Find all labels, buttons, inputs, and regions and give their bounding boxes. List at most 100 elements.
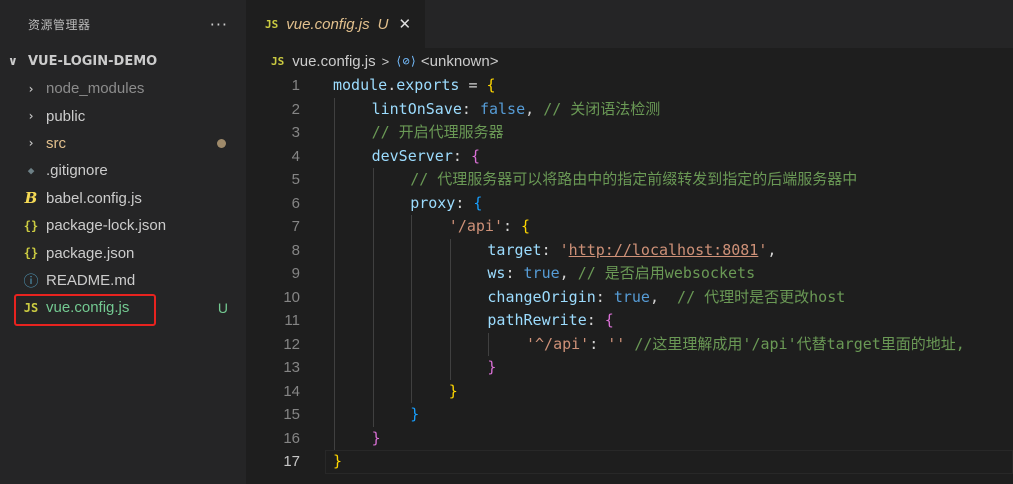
code-line: 2 lintOnSave: false, // 关闭语法检测 (247, 97, 1013, 121)
code-token: // 代理时是否更改host (677, 287, 846, 306)
indent-guide (411, 356, 413, 380)
tab-bar: JS vue.config.js U ✕ (247, 0, 1013, 48)
indent-guide (334, 168, 335, 192)
code-token: // 代理服务器可以将路由中的指定前缀转发到指定的后端服务器中 (410, 170, 858, 188)
indent-guide (449, 309, 451, 333)
code-text: // 代理服务器可以将路由中的指定前缀转发到指定的后端服务器中 (410, 168, 857, 192)
project-folder[interactable]: ∨ VUE-LOGIN-DEMO (0, 48, 246, 74)
line-number: 2 (291, 100, 300, 118)
line-number: 6 (291, 194, 300, 212)
close-icon[interactable]: ✕ (398, 15, 411, 33)
code-line: 13} (247, 356, 1013, 380)
js-file-icon: JS (265, 17, 279, 31)
code-token: devServer (371, 146, 453, 165)
breadcrumb-file[interactable]: vue.config.js (292, 53, 375, 70)
code-text: // 开启代理服务器 (372, 121, 504, 145)
tree-item-node-modules[interactable]: › node_modules (0, 75, 246, 102)
chevron-right-icon: > (381, 53, 390, 69)
line-number: 1 (291, 77, 300, 94)
code-token: : (541, 240, 560, 259)
chevron-right-icon: › (27, 81, 35, 96)
code-line: 4 devServer: { (247, 144, 1013, 169)
tree-item-label: vue.config.js (46, 299, 130, 317)
chevron-right-icon: › (27, 109, 35, 124)
indent-guide (334, 379, 335, 403)
tree-item-vue-config-js[interactable]: JS vue.config.js U (0, 294, 246, 321)
indent-guide (372, 379, 374, 403)
code-text: devServer: { (372, 145, 480, 169)
chevron-right-icon: › (27, 136, 35, 151)
indent-guide (411, 262, 413, 286)
code-line: 17} (247, 450, 1013, 474)
line-number: 13 (283, 359, 300, 376)
code-token: : (452, 146, 471, 165)
code-token: , (525, 99, 544, 118)
tree-item-label: package-lock.json (46, 217, 167, 235)
code-token: exports (396, 76, 460, 94)
code-line: 1 module.exports = { (247, 74, 1013, 98)
line-number: 16 (283, 429, 300, 447)
more-actions-icon[interactable]: ··· (210, 15, 228, 34)
indent-guide (372, 403, 374, 427)
code-token: , (767, 240, 777, 259)
code-token: } (333, 452, 343, 470)
line-number: 4 (291, 147, 300, 165)
code-text: '^/api': '' //这里理解成用'/api'代替target里面的地址, (526, 333, 965, 357)
code-text: ws: true, // 是否启用websockets (487, 262, 755, 286)
code-token: } (487, 358, 497, 376)
code-token: { (521, 217, 531, 235)
code-text: } (487, 356, 496, 380)
tree-item-public[interactable]: › public (0, 102, 246, 129)
code-token: { (473, 193, 483, 212)
indent-guide (449, 238, 451, 262)
tree-item-package-lock-json[interactable]: {} package-lock.json (0, 212, 246, 239)
code-line: 11 pathRewrite: { (247, 309, 1013, 333)
indent-guide (372, 332, 374, 356)
indent-guide (449, 285, 451, 309)
code-token: pathRewrite (487, 311, 587, 329)
code-token: //这里理解成用'/api'代替target里面的地址, (634, 334, 965, 353)
code-token: } (448, 381, 458, 400)
editor-panel: JS vue.config.js U ✕ JS vue.config.js > … (247, 0, 1013, 484)
tree-item-label: public (46, 107, 86, 125)
code-token: // 开启代理服务器 (371, 123, 504, 141)
indent-guide (411, 332, 413, 356)
explorer-sidebar: 资源管理器 ··· ∨ VUE-LOGIN-DEMO › node_modules… (0, 0, 247, 484)
code-token: . (387, 76, 397, 94)
breadcrumb-symbol[interactable]: <unknown> (421, 53, 499, 70)
tree-item-babel-config-js[interactable]: Bbabel.config.js (0, 185, 246, 212)
code-text: } (333, 450, 342, 474)
code-text: proxy: { (410, 192, 482, 216)
tree-item-gitignore[interactable]: ◆ .gitignore (0, 157, 246, 184)
code-token: = (459, 76, 487, 94)
indent-guide (449, 262, 451, 286)
indent-guide (411, 309, 413, 333)
line-number: 10 (283, 288, 300, 306)
tree-item-package-json[interactable]: {} package.json (0, 239, 246, 266)
code-token: { (604, 311, 614, 329)
tree-item-readme-md[interactable]: ⓘ README.md (0, 267, 246, 294)
code-token: , (649, 287, 678, 306)
code-line: 15} (247, 403, 1013, 427)
code-editor[interactable]: 1 module.exports = {2 lintOnSave: false, /… (247, 74, 1013, 484)
code-token: true (613, 287, 650, 306)
indent-guide (372, 285, 374, 309)
code-line: 10 changeOrigin: true, // 代理时是否更改host (247, 285, 1013, 309)
code-token: // 关闭语法检测 (543, 99, 661, 118)
modified-dot-icon (217, 138, 226, 148)
tree-item-label: package.json (46, 244, 135, 262)
tree-item-src[interactable]: › src (0, 130, 246, 157)
indent-guide (411, 379, 413, 403)
code-line: 12 '^/api': '' //这里理解成用'/api'代替target里面的地… (247, 332, 1013, 357)
line-number: 11 (284, 312, 300, 329)
code-line: 6 proxy: { (247, 191, 1013, 216)
code-text: module.exports = { (333, 74, 496, 98)
indent-guide (411, 285, 413, 309)
indent-guide (334, 215, 335, 239)
code-line: 7 '/api': { (247, 215, 1013, 239)
code-token: , (559, 264, 578, 282)
tab-vue-config[interactable]: JS vue.config.js U ✕ (247, 0, 426, 48)
current-line-highlight (325, 450, 1013, 474)
code-token: : (502, 217, 522, 235)
code-token: ' (559, 240, 569, 259)
